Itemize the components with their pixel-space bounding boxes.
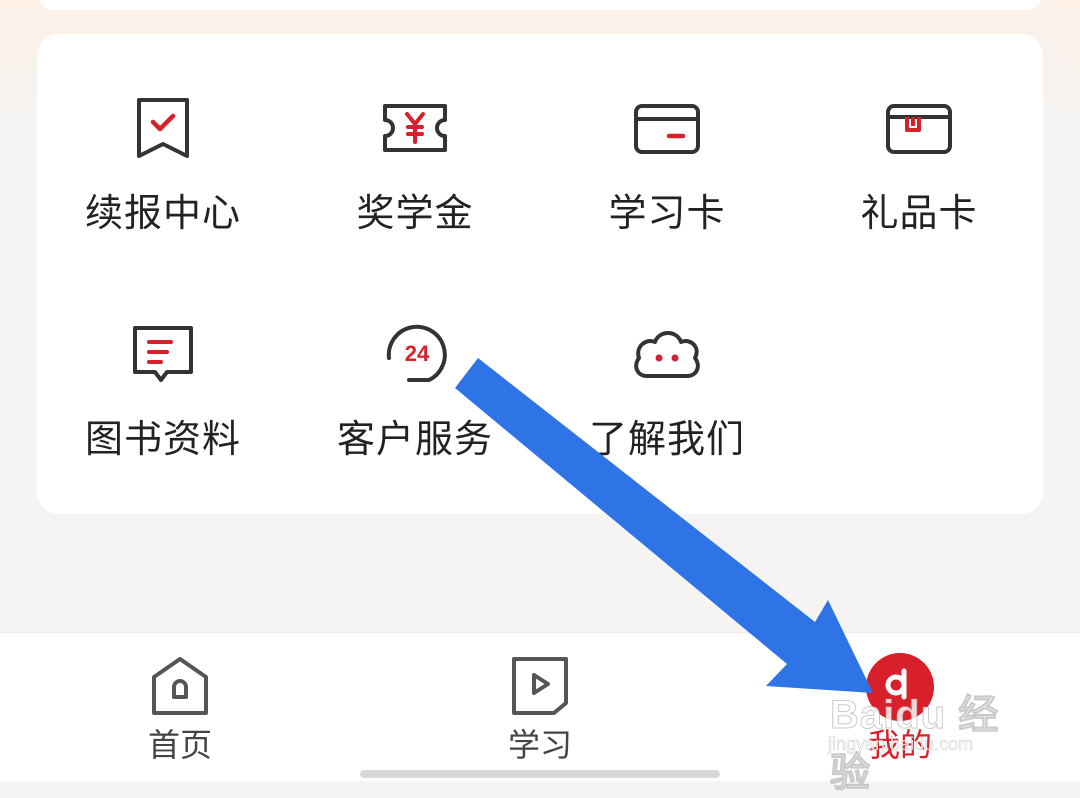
service-label: 学习卡	[608, 191, 726, 235]
badge-24: 24	[405, 341, 430, 366]
service-scholarship[interactable]: 奖学金	[289, 92, 541, 282]
service-label: 续报中心	[84, 191, 241, 235]
study-play-icon	[510, 653, 570, 719]
service-book-materials[interactable]: 图书资料	[37, 318, 289, 508]
customer-service-24-icon: 24	[379, 318, 451, 390]
renewal-center-icon	[127, 92, 199, 164]
top-card-edge	[38, 0, 1042, 10]
service-renewal-center[interactable]: 续报中心	[37, 92, 289, 282]
tab-label: 首页	[147, 726, 212, 764]
tab-study[interactable]: 学习	[450, 633, 630, 781]
service-study-card[interactable]: 学习卡	[541, 92, 793, 282]
service-gift-card[interactable]: 礼品卡	[793, 92, 1045, 282]
book-materials-icon	[127, 318, 199, 390]
service-about-us[interactable]: 了解我们	[541, 318, 793, 508]
gift-card-icon	[883, 92, 955, 164]
tab-profile[interactable]: 我的	[810, 633, 990, 781]
service-label: 了解我们	[588, 417, 745, 461]
service-label: 客户服务	[336, 417, 493, 461]
scholarship-ticket-icon	[379, 92, 451, 164]
service-label: 礼品卡	[860, 191, 978, 235]
tab-home[interactable]: 首页	[90, 633, 270, 781]
profile-icon	[864, 651, 936, 723]
bottom-tab-bar: 首页 学习 我的	[0, 632, 1080, 781]
study-card-icon	[631, 92, 703, 164]
services-card: 续报中心 奖学金 学习卡 礼品卡 图书资料 24 客户服务 了解我们	[37, 34, 1043, 514]
tab-label: 我的	[867, 726, 932, 764]
service-label: 奖学金	[356, 191, 474, 235]
tab-label: 学习	[507, 726, 572, 764]
home-indicator	[360, 770, 720, 778]
service-customer-service[interactable]: 24 客户服务	[289, 318, 541, 508]
service-label: 图书资料	[84, 417, 241, 461]
about-us-cloud-icon	[631, 318, 703, 390]
home-icon	[150, 653, 210, 719]
